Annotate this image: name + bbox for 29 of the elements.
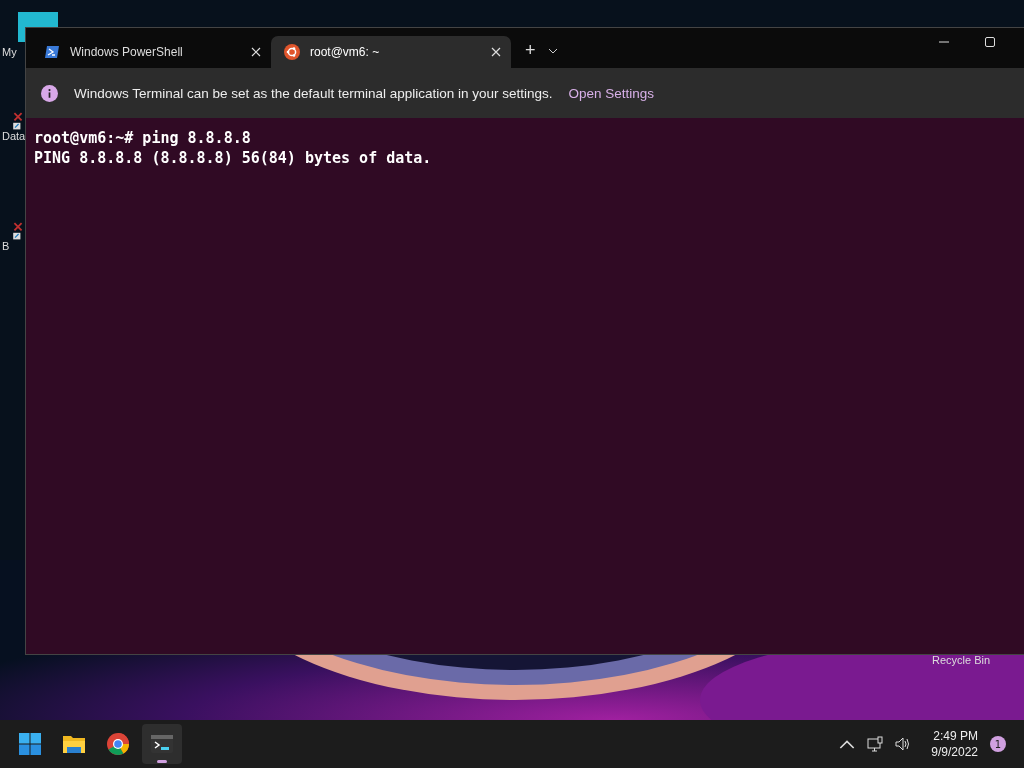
new-tab-button[interactable]: + bbox=[521, 36, 540, 64]
taskbar-app[interactable] bbox=[142, 724, 182, 764]
time-text: 2:49 PM bbox=[933, 728, 978, 744]
tab[interactable]: root@vm6: ~ bbox=[271, 36, 511, 68]
open-settings-link[interactable]: Open Settings bbox=[568, 85, 655, 101]
terminal-line: root@vm6:~# ping 8.8.8.8 bbox=[34, 128, 252, 148]
network-icon[interactable] bbox=[867, 736, 884, 752]
info-message: Windows Terminal can be set as the default terminal application in your settings. bbox=[74, 85, 553, 101]
close-icon[interactable] bbox=[251, 47, 261, 57]
shortcut-icon[interactable] bbox=[12, 112, 24, 130]
notification-badge[interactable]: 1 bbox=[990, 736, 1006, 752]
shortcut-icon[interactable] bbox=[12, 222, 24, 240]
close-icon[interactable] bbox=[491, 47, 501, 57]
powershell-icon bbox=[44, 44, 60, 60]
desktop-icon-label[interactable]: Data bbox=[0, 130, 26, 142]
windows-logo-icon bbox=[18, 732, 42, 756]
browser-icon bbox=[106, 732, 130, 756]
desktop-icon-label[interactable]: My bbox=[0, 46, 17, 58]
desktop-icon-label[interactable]: Recycle Bin bbox=[930, 654, 991, 666]
ubuntu-icon bbox=[284, 44, 300, 60]
speaker-icon[interactable] bbox=[895, 736, 912, 752]
tab[interactable]: Windows PowerShell bbox=[31, 36, 271, 68]
maximize-icon[interactable] bbox=[984, 36, 996, 48]
clock[interactable]: 2:49 PM 9/9/2022 bbox=[931, 728, 978, 760]
chevron-down-icon[interactable] bbox=[547, 48, 558, 54]
terminal-line: PING 8.8.8.8 (8.8.8.8) 56(84) bytes of data. bbox=[34, 148, 433, 168]
desktop-icon-label[interactable]: B bbox=[0, 240, 10, 252]
info-icon bbox=[41, 84, 58, 102]
date-text: 9/9/2022 bbox=[931, 744, 978, 760]
